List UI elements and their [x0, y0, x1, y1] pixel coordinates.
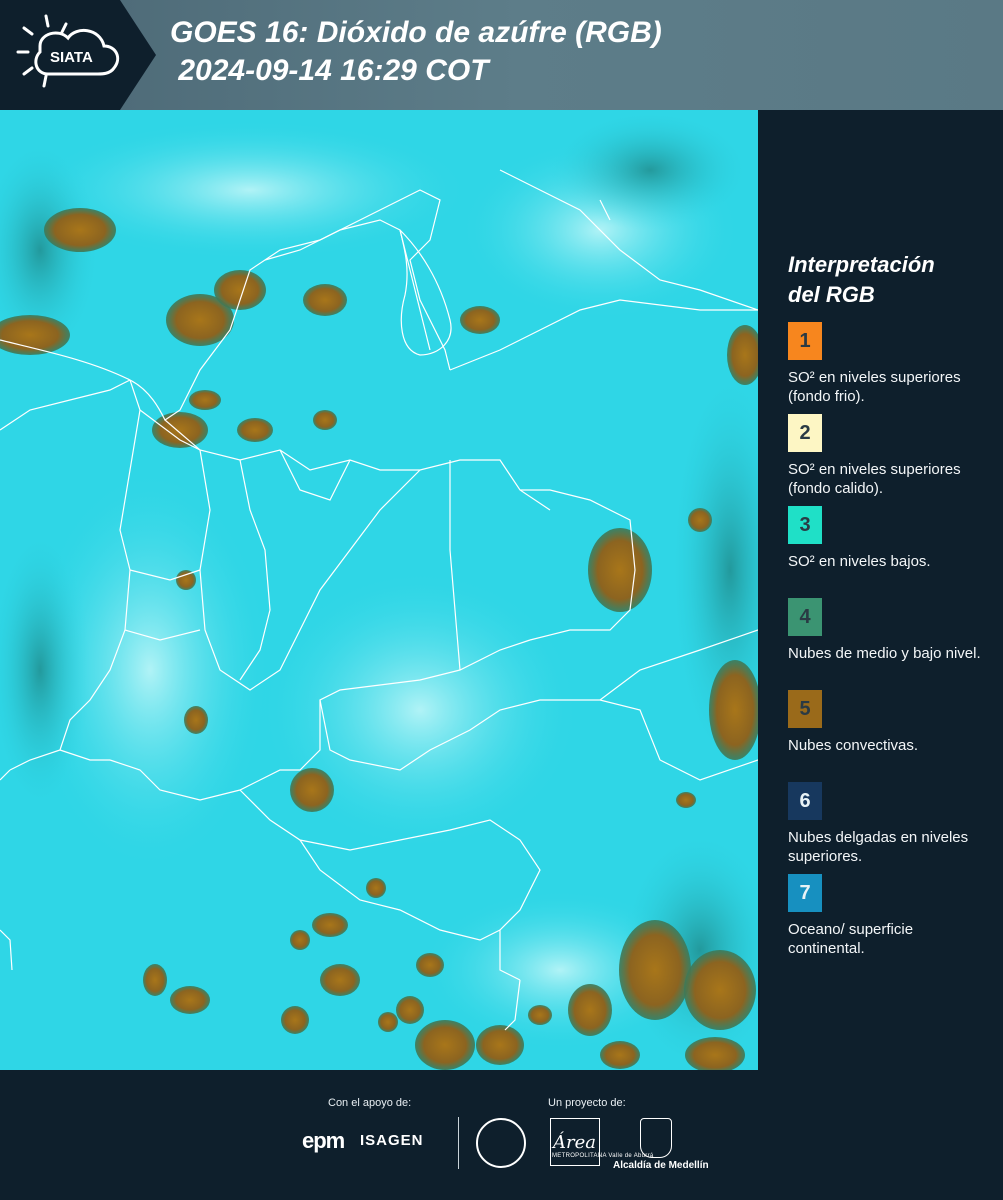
- footer-separator: [458, 1117, 459, 1169]
- legend-text: Nubes convectivas.: [788, 737, 919, 754]
- area-logo-subtext: METROPOLITANA Valle de Aburrá: [552, 1153, 654, 1159]
- alcaldia-logo-text: Alcaldía de Medellín: [613, 1160, 709, 1171]
- header: SIATA GOES 16: Dióxido de azúfre (RGB) 2…: [0, 0, 1003, 110]
- legend-text: Oceano/ superficie continental.: [788, 921, 914, 957]
- legend-items: 1 SO² en niveles superiores (fondo frio).…: [788, 322, 988, 966]
- legend-item: 1 SO² en niveles superiores (fondo frio).: [788, 322, 988, 414]
- project-label: Un proyecto de:: [548, 1097, 626, 1109]
- legend-item: 4 Nubes de medio y bajo nivel.: [788, 598, 988, 690]
- alcaldia-shield-logo: [640, 1118, 672, 1158]
- legend-swatch: 4: [788, 598, 822, 636]
- legend-text: SO² en niveles superiores (fondo frio).: [788, 369, 961, 405]
- medellin-seal-logo: [476, 1118, 526, 1168]
- legend-text: Nubes delgadas en niveles superiores.: [788, 829, 969, 865]
- legend-swatch: 2: [788, 414, 822, 452]
- legend-swatch: 6: [788, 782, 822, 820]
- legend-swatch: 1: [788, 322, 822, 360]
- legend-item: 2 SO² en niveles superiores (fondo calido…: [788, 414, 988, 506]
- legend-text: Nubes de medio y bajo nivel.: [788, 645, 981, 662]
- isagen-logo: ISAGEN: [360, 1132, 424, 1149]
- epm-logo: epm: [302, 1128, 345, 1153]
- legend-text: SO² en niveles superiores (fondo calido)…: [788, 461, 961, 497]
- legend-item: 5 Nubes convectivas.: [788, 690, 988, 782]
- siata-logo: SIATA: [14, 12, 126, 98]
- area-logo-text: Área: [553, 1132, 596, 1153]
- footer: Con el apoyo de: Un proyecto de: epm ISA…: [0, 1070, 1003, 1200]
- legend-swatch: 5: [788, 690, 822, 728]
- legend: Interpretación del RGB 1 SO² en niveles s…: [788, 250, 988, 966]
- legend-text: SO² en niveles bajos.: [788, 553, 931, 570]
- legend-swatch: 7: [788, 874, 822, 912]
- support-label: Con el apoyo de:: [328, 1097, 412, 1109]
- legend-title-line2: del RGB: [788, 282, 875, 307]
- legend-item: 7 Oceano/ superficie continental.: [788, 874, 988, 966]
- legend-item: 6 Nubes delgadas en niveles superiores.: [788, 782, 988, 874]
- legend-title-line1: Interpretación: [788, 252, 935, 277]
- legend-item: 3 SO² en niveles bajos.: [788, 506, 988, 598]
- satellite-map[interactable]: [0, 110, 758, 1070]
- logo-text: SIATA: [50, 49, 93, 66]
- legend-title: Interpretación del RGB: [788, 250, 988, 310]
- page-title: GOES 16: Dióxido de azúfre (RGB) 2024-09…: [170, 16, 662, 87]
- legend-swatch: 3: [788, 506, 822, 544]
